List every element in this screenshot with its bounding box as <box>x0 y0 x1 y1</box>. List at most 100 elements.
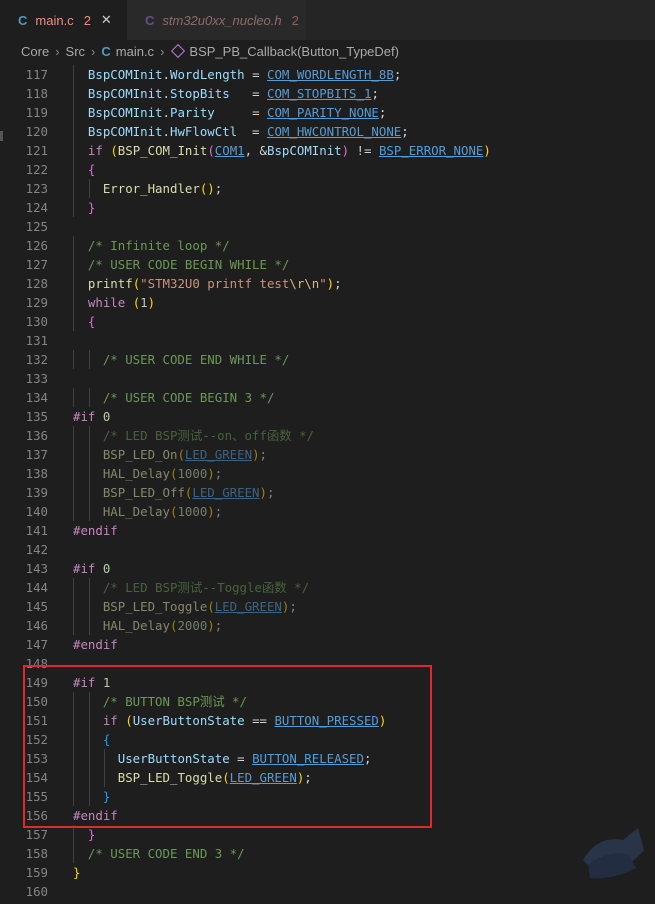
tab-stm32u0xx-nucleo-h[interactable]: C stm32u0xx_nucleo.h 2 <box>127 0 307 40</box>
indent-guide <box>88 388 90 407</box>
code-line[interactable]: 130 { <box>0 312 655 331</box>
code-line[interactable]: 159} <box>0 863 655 882</box>
code-line[interactable]: 117 BspCOMInit.WordLength = COM_WORDLENG… <box>0 65 655 84</box>
code-text: BSP_LED_On(LED_GREEN); <box>102 447 267 462</box>
indent-guide <box>88 597 90 616</box>
indent-guide <box>73 578 74 597</box>
line-number: 142 <box>25 542 48 557</box>
code-text: /* Infinite loop */ <box>73 238 230 253</box>
line-number: 160 <box>25 884 48 899</box>
indent-guide <box>73 65 74 84</box>
code-text: BspCOMInit.HwFlowCtl = COM_HWCONTROL_NON… <box>87 124 409 139</box>
indent-guide <box>88 483 90 502</box>
line-number: 140 <box>25 504 48 519</box>
code-text: while (1) <box>87 295 156 310</box>
breadcrumb-core[interactable]: Core <box>21 44 49 59</box>
line-number: 147 <box>25 637 48 652</box>
code-line[interactable]: 129 while (1) <box>0 293 655 312</box>
line-number: 130 <box>25 314 48 329</box>
problem-count-badge: 2 <box>291 12 299 28</box>
watermark-logo-icon <box>583 828 644 879</box>
tab-main-c[interactable]: C main.c 2 ✕ <box>0 0 127 40</box>
code-line[interactable]: 125 <box>0 217 655 236</box>
code-text: Error_Handler(); <box>102 181 223 196</box>
indent-guide <box>73 388 74 407</box>
tab-label: stm32u0xx_nucleo.h <box>162 12 282 28</box>
code-text: BSP_LED_Toggle(LED_GREEN); <box>102 599 297 614</box>
breadcrumb-symbol[interactable]: BSP_PB_Callback(Button_TypeDef) <box>189 44 399 59</box>
code-line[interactable]: 121 if (BSP_COM_Init(COM1, &BspCOMInit) … <box>0 141 655 160</box>
code-text: /* USER CODE END 3 */ <box>73 846 245 861</box>
indent-guide <box>73 616 74 635</box>
code-line[interactable]: 119 BspCOMInit.Parity = COM_PARITY_NONE; <box>0 103 655 122</box>
code-line[interactable]: 137 BSP_LED_On(LED_GREEN); <box>0 445 655 464</box>
code-line[interactable]: 147 #endif <box>0 635 655 654</box>
code-line[interactable]: 126 /* Infinite loop */ <box>0 236 655 255</box>
code-line[interactable]: 127 /* USER CODE BEGIN WHILE */ <box>0 255 655 274</box>
code-line[interactable]: 124 } <box>0 198 655 217</box>
indent-guide <box>73 122 74 141</box>
breadcrumb-src[interactable]: Src <box>66 44 86 59</box>
code-text: /* LED BSP测试--on、off函数 */ <box>73 428 314 443</box>
tab-label: main.c <box>35 12 74 28</box>
line-number: 143 <box>25 561 48 576</box>
code-text: printf("STM32U0 printf test\r\n"); <box>87 276 342 291</box>
code-line[interactable]: 118 BspCOMInit.StopBits = COM_STOPBITS_1… <box>0 84 655 103</box>
indent-guide <box>88 502 90 521</box>
breadcrumb-file[interactable]: main.c <box>116 44 154 59</box>
indent-guide <box>73 179 74 198</box>
line-number: 146 <box>25 618 48 633</box>
code-text: BspCOMInit.Parity = COM_PARITY_NONE; <box>87 105 387 120</box>
line-number: 128 <box>25 276 48 291</box>
line-number: 118 <box>25 86 48 101</box>
code-line[interactable]: 120 BspCOMInit.HwFlowCtl = COM_HWCONTROL… <box>0 122 655 141</box>
code-line[interactable]: 144 /* LED BSP测试--Toggle函数 */ <box>0 578 655 597</box>
code-text: BspCOMInit.StopBits = COM_STOPBITS_1; <box>87 86 379 101</box>
code-line[interactable]: 135 #if 0 <box>0 407 655 426</box>
indent-guide <box>73 464 74 483</box>
indent-guide <box>88 426 90 445</box>
code-text: /* USER CODE END WHILE */ <box>73 352 290 367</box>
code-line[interactable]: 160 <box>0 882 655 901</box>
line-number: 117 <box>25 67 48 82</box>
close-icon[interactable]: ✕ <box>101 12 112 28</box>
line-number: 119 <box>25 105 48 120</box>
line-number: 122 <box>25 162 48 177</box>
code-line[interactable]: 138 HAL_Delay(1000); <box>0 464 655 483</box>
cube-icon <box>171 43 186 59</box>
line-number: 159 <box>25 865 48 880</box>
code-line[interactable]: 143 #if 0 <box>0 559 655 578</box>
code-text: /* LED BSP测试--Toggle函数 */ <box>73 580 310 595</box>
indent-guide <box>73 293 74 312</box>
code-line[interactable]: 145 BSP_LED_Toggle(LED_GREEN); <box>0 597 655 616</box>
code-line[interactable]: 140 HAL_Delay(1000); <box>0 502 655 521</box>
code-text: /* USER CODE BEGIN 3 */ <box>73 390 275 405</box>
code-line[interactable]: 142 <box>0 540 655 559</box>
indent-guide <box>73 312 74 331</box>
indent-guide <box>88 350 90 369</box>
tab-bar: C main.c 2 ✕ C stm32u0xx_nucleo.h 2 <box>0 0 655 40</box>
code-line[interactable]: 158 /* USER CODE END 3 */ <box>0 844 655 863</box>
code-text: } <box>87 200 96 215</box>
code-line[interactable]: 132 /* USER CODE END WHILE */ <box>0 350 655 369</box>
indent-guide <box>73 844 74 863</box>
c-file-icon: C <box>101 43 111 59</box>
chevron-right-icon: › <box>160 43 165 59</box>
code-line[interactable]: 146 HAL_Delay(2000); <box>0 616 655 635</box>
code-line[interactable]: 123 Error_Handler(); <box>0 179 655 198</box>
code-line[interactable]: 122 { <box>0 160 655 179</box>
code-line[interactable]: 136 /* LED BSP测试--on、off函数 */ <box>0 426 655 445</box>
code-line[interactable]: 131 <box>0 331 655 350</box>
line-number: 144 <box>25 580 48 595</box>
code-line[interactable]: 133 <box>0 369 655 388</box>
code-text: HAL_Delay(2000); <box>102 618 223 633</box>
code-line[interactable]: 141 #endif <box>0 521 655 540</box>
code-line[interactable]: 128 printf("STM32U0 printf test\r\n"); <box>0 274 655 293</box>
code-text: { <box>87 162 96 177</box>
code-line[interactable]: 139 BSP_LED_Off(LED_GREEN); <box>0 483 655 502</box>
line-number: 158 <box>25 846 48 861</box>
indent-guide <box>73 84 74 103</box>
vscode-editor-window: C main.c 2 ✕ C stm32u0xx_nucleo.h 2 Core… <box>0 0 655 904</box>
code-line[interactable]: 134 /* USER CODE BEGIN 3 */ <box>0 388 655 407</box>
line-number: 139 <box>25 485 48 500</box>
